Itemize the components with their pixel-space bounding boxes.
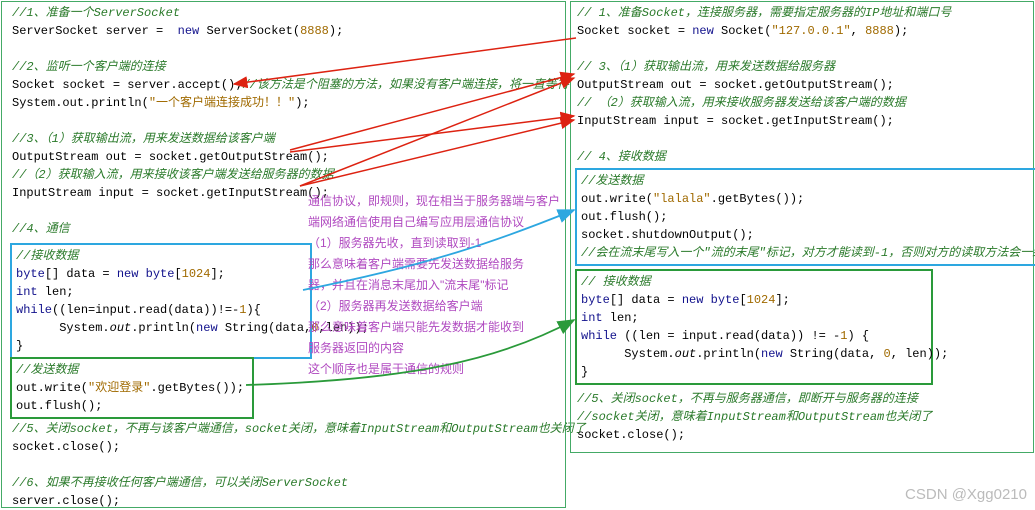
client-receive-block: // 接收数据 byte[] data = new byte[1024]; in… — [575, 269, 933, 385]
code-line: while((len=input.read(data))!=-1){ — [16, 301, 306, 319]
code-line: int len; — [581, 309, 927, 327]
comment: //5、关闭socket，不再与服务器通信，即断开与服务器的连接 — [577, 390, 932, 408]
annotation: 服务器返回的内容 — [308, 339, 404, 357]
server-receive-block: //接收数据 byte[] data = new byte[1024]; int… — [10, 243, 312, 359]
annotation: 端网络通信使用自己编写应用层通信协议 — [308, 213, 524, 231]
code-line: server.close(); — [12, 492, 586, 510]
comment: // （2）获取输入流，用来接收服务器发送给该客户端的数据 — [577, 94, 951, 112]
comment: // 接收数据 — [581, 273, 927, 291]
comment: // 1、准备Socket，连接服务器，需要指定服务器的IP地址和端口号 — [577, 4, 951, 22]
code-line: InputStream input = socket.getInputStrea… — [577, 112, 951, 130]
code-line: while ((len = input.read(data)) != -1) { — [581, 327, 927, 345]
annotation: 那么意味着客户端只能先发数据才能收到 — [308, 318, 524, 336]
comment: //（2）获取输入流，用来接收该客户端发送给服务器的数据 — [12, 166, 569, 184]
comment: //socket关闭，意味着InputStream和OutputStream也关… — [577, 408, 932, 426]
code-line: socket.close(); — [577, 426, 932, 444]
comment: // 4、接收数据 — [577, 148, 951, 166]
code-line: out.write("欢迎登录".getBytes()); — [16, 379, 248, 397]
comment: //5、关闭socket，不再与该客户端通信，socket关闭，意味着Input… — [12, 420, 586, 438]
code-line: OutputStream out = socket.getOutputStrea… — [577, 76, 951, 94]
comment: // 3、（1）获取输出流，用来发送数据给服务器 — [577, 58, 951, 76]
client-send-block: //发送数据 out.write("lalala".getBytes()); o… — [575, 168, 1035, 266]
code-line: System.out.println("一个客户端连接成功！！"); — [12, 94, 569, 112]
code-line: System.out.println(new String(data,0,len… — [16, 319, 306, 337]
code-line: Socket socket = server.accept();//该方法是个阻… — [12, 76, 569, 94]
code-line: socket.close(); — [12, 438, 586, 456]
annotation: 这个顺序也是属于通信的规则 — [308, 360, 464, 378]
comment: //会在流末尾写入一个"流的末尾"标记，对方才能读到-1，否则对方的读取方法会一… — [581, 244, 1033, 262]
code-line: byte[] data = new byte[1024]; — [16, 265, 306, 283]
watermark: CSDN @Xgg0210 — [905, 484, 1027, 507]
annotation: 通信协议，即规则，现在相当于服务器端与客户 — [308, 192, 560, 210]
code-line: System.out.println(new String(data, 0, l… — [581, 345, 927, 363]
annotation: （2）服务器再发送数据给客户端 — [308, 297, 483, 315]
code-line: out.flush(); — [581, 208, 1033, 226]
code-line: } — [581, 363, 927, 381]
annotation: （1）服务器先收，直到读取到-1 — [308, 234, 481, 252]
comment: //1、准备一个ServerSocket — [12, 4, 569, 22]
code-line: OutputStream out = socket.getOutputStrea… — [12, 148, 569, 166]
annotation: 那么意味着客户端需要先发送数据给服务 — [308, 255, 524, 273]
server-send-block: //发送数据 out.write("欢迎登录".getBytes()); out… — [10, 357, 254, 419]
code-line: out.flush(); — [16, 397, 248, 415]
code-line: byte[] data = new byte[1024]; — [581, 291, 927, 309]
comment: //接收数据 — [16, 247, 306, 265]
annotation: 器，并且在消息末尾加入"流末尾"标记 — [308, 276, 509, 294]
comment: //3、（1）获取输出流，用来发送数据给该客户端 — [12, 130, 569, 148]
code-line: } — [16, 337, 306, 355]
comment: //发送数据 — [16, 361, 248, 379]
comment: //6、如果不再接收任何客户端通信，可以关闭ServerSocket — [12, 474, 586, 492]
client-panel: // 1、准备Socket，连接服务器，需要指定服务器的IP地址和端口号 Soc… — [570, 1, 1034, 453]
code-line: socket.shutdownOutput(); — [581, 226, 1033, 244]
code-line: int len; — [16, 283, 306, 301]
code-line: out.write("lalala".getBytes()); — [581, 190, 1033, 208]
code-line: ServerSocket server = new ServerSocket(8… — [12, 22, 569, 40]
code-line: Socket socket = new Socket("127.0.0.1", … — [577, 22, 951, 40]
comment: //发送数据 — [581, 172, 1033, 190]
comment: //2、监听一个客户端的连接 — [12, 58, 569, 76]
